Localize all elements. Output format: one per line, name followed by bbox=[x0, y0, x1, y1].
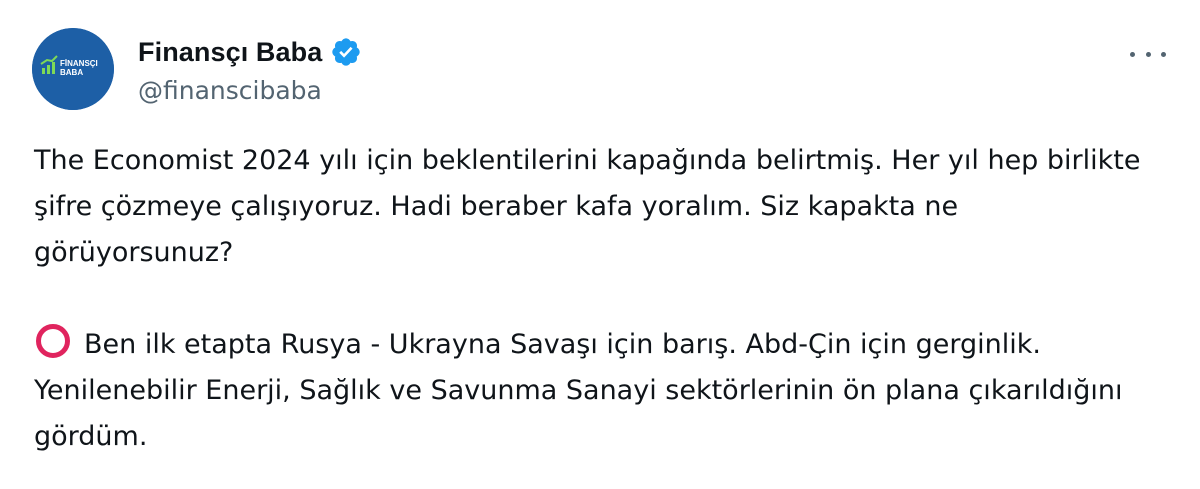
user-handle[interactable]: @finanscibaba bbox=[138, 76, 362, 105]
display-name[interactable]: Finansçı Baba bbox=[138, 37, 322, 68]
more-dot-icon bbox=[1161, 51, 1166, 57]
tweet-paragraph-1: The Economist 2024 yılı için beklentiler… bbox=[34, 145, 1141, 268]
more-dot-icon bbox=[1145, 51, 1151, 57]
tweet-card: FİNANSÇI BABA Finansçı Baba @finanscibab… bbox=[0, 0, 1200, 489]
avatar-text-line1: FİNANSÇI bbox=[60, 59, 98, 68]
more-options-button[interactable] bbox=[1130, 42, 1166, 66]
verified-badge-icon[interactable] bbox=[330, 36, 362, 68]
avatar-text-line2: BABA bbox=[60, 68, 83, 77]
tweet-paragraph-2-text: Ben ilk etapta Rusya - Ukrayna Savaşı iç… bbox=[34, 329, 1123, 452]
name-row: Finansçı Baba bbox=[138, 34, 362, 70]
author-info: Finansçı Baba @finanscibaba bbox=[138, 34, 362, 105]
red-circle-icon bbox=[34, 322, 72, 360]
tweet-text: The Economist 2024 yılı için beklentiler… bbox=[34, 138, 1164, 460]
more-dot-icon bbox=[1130, 51, 1135, 57]
avatar[interactable]: FİNANSÇI BABA bbox=[32, 28, 114, 110]
tweet-paragraph-2: Ben ilk etapta Rusya - Ukrayna Savaşı iç… bbox=[34, 322, 1164, 460]
tweet-header: FİNANSÇI BABA Finansçı Baba @finanscibab… bbox=[32, 28, 1180, 112]
logo-icon: FİNANSÇI BABA bbox=[32, 28, 114, 110]
